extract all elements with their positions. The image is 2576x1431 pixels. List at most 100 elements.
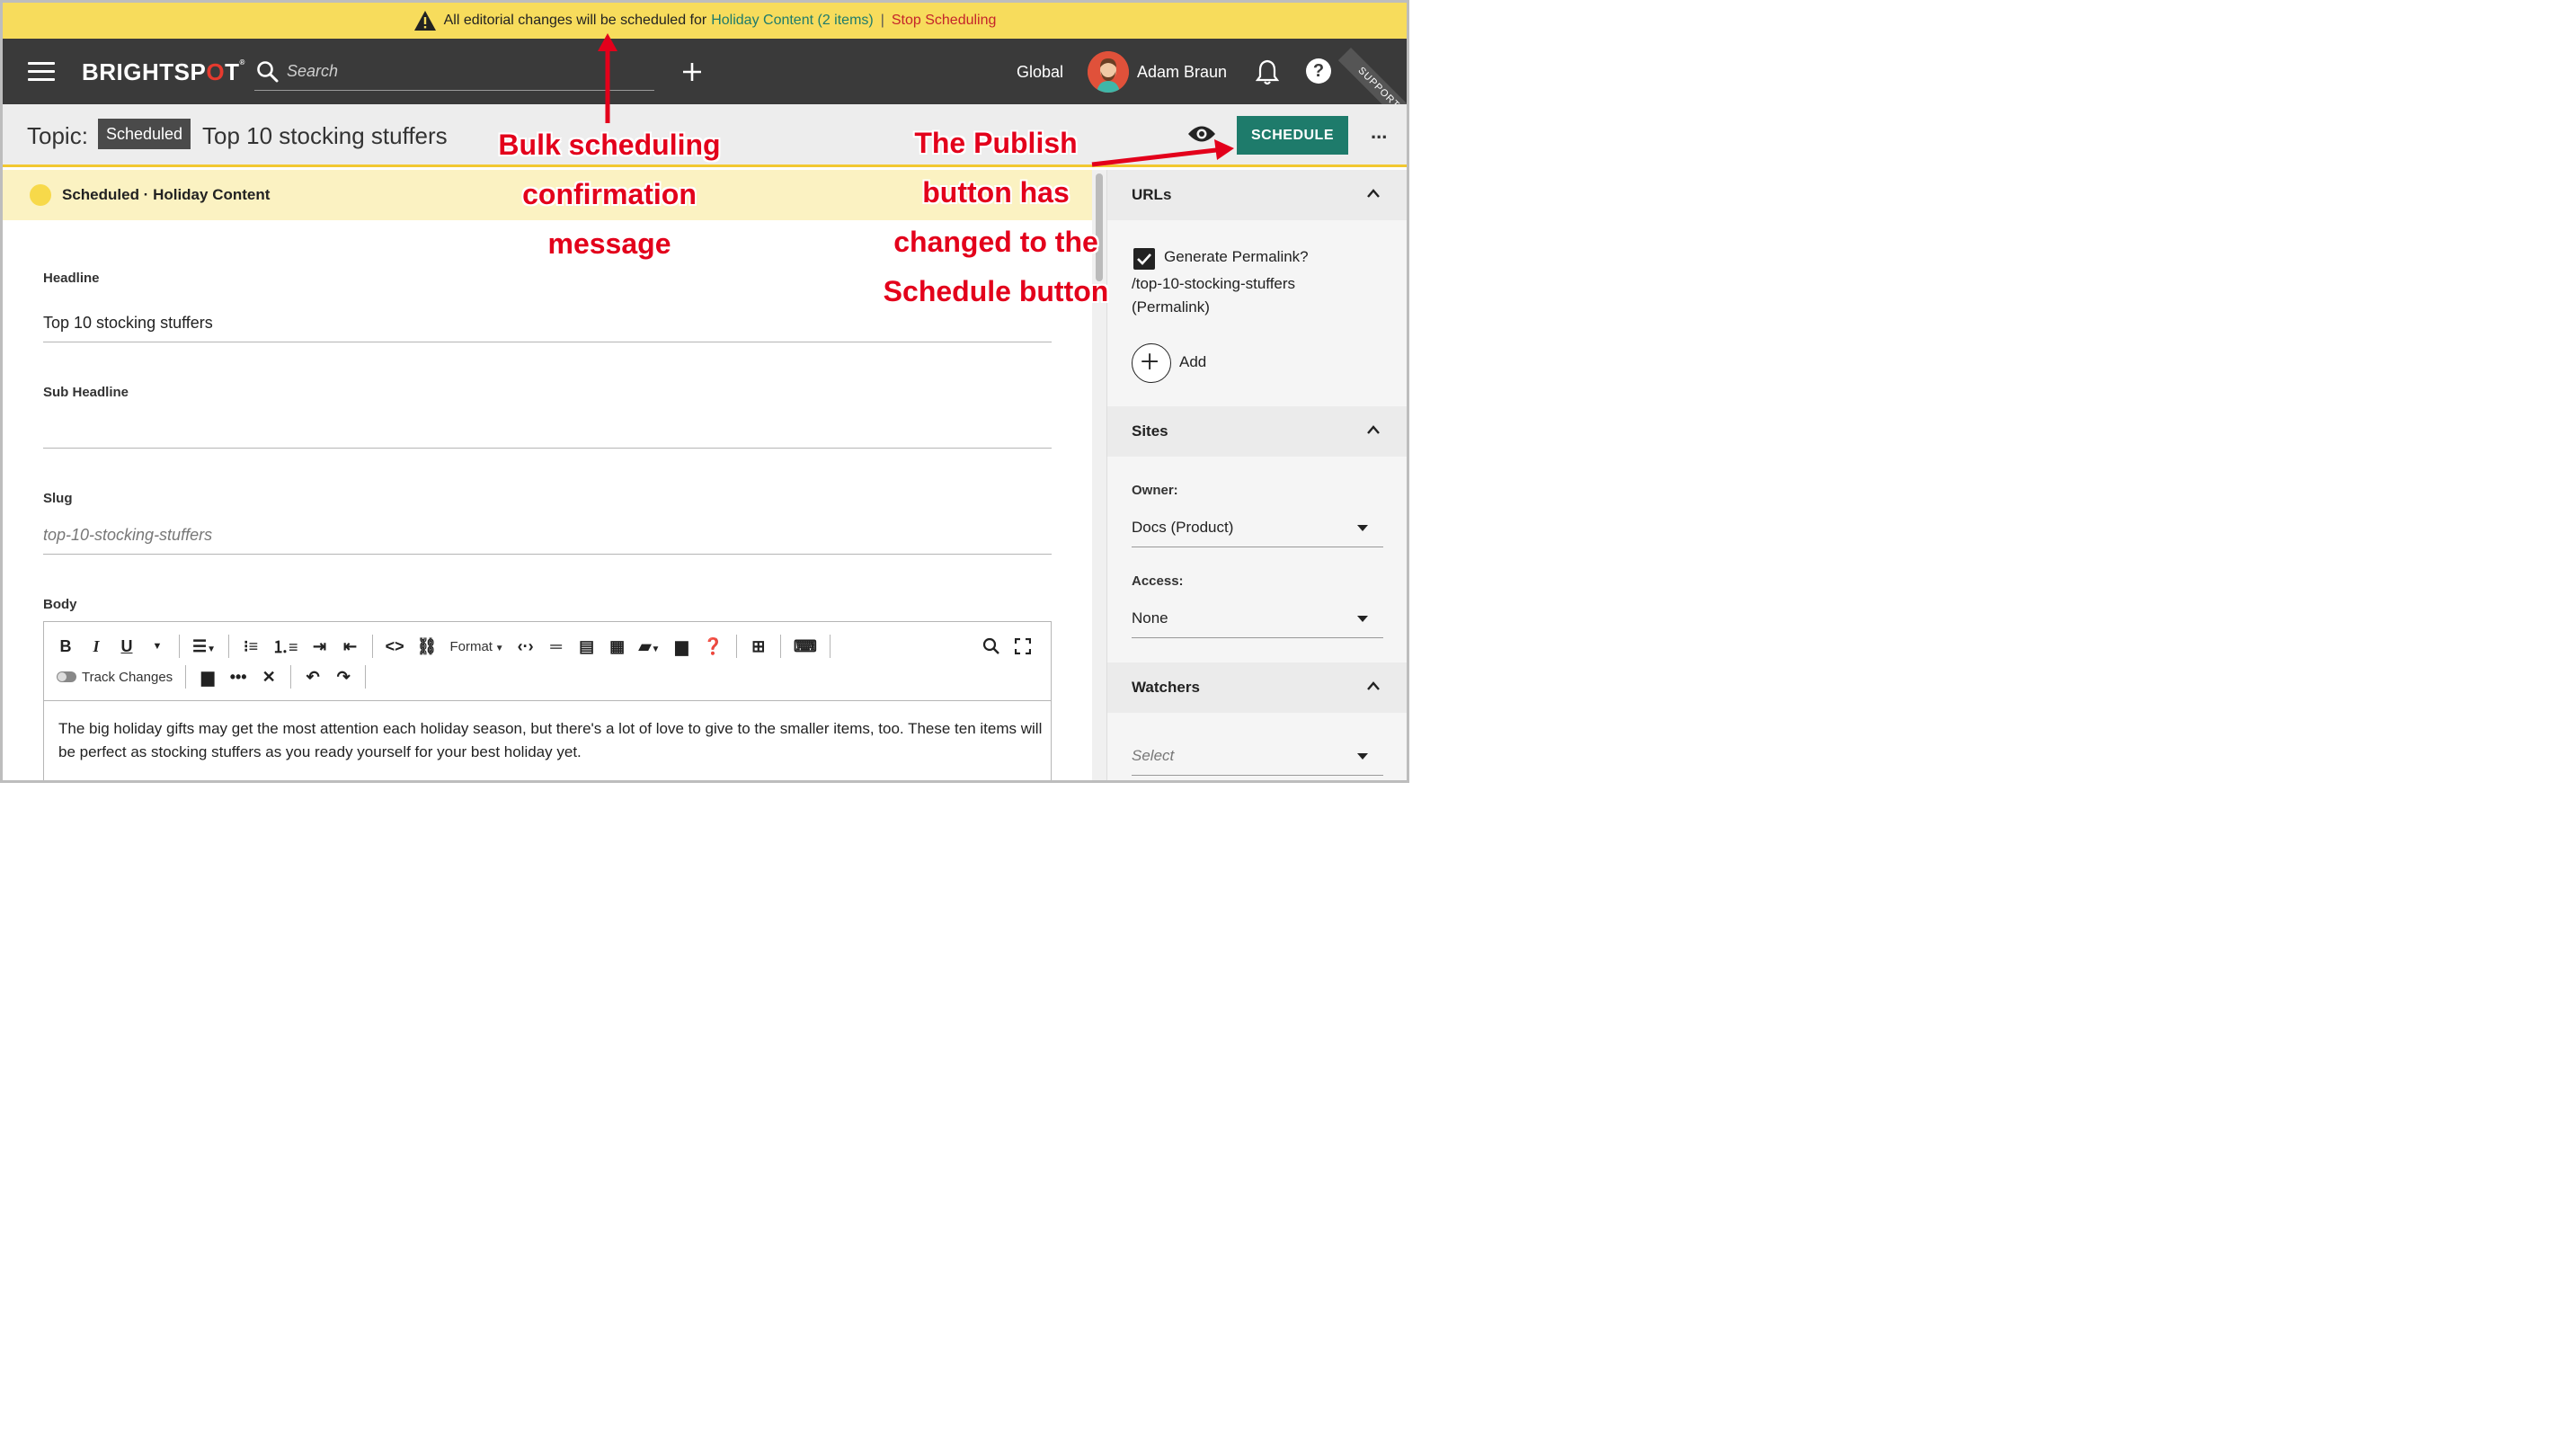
track-changes-toggle[interactable] xyxy=(57,671,76,682)
access-select[interactable]: None xyxy=(1132,609,1168,627)
access-label: Access: xyxy=(1132,573,1184,589)
warning-icon xyxy=(413,11,436,31)
clear-icon[interactable]: ✕ xyxy=(260,668,278,687)
indent-icon[interactable]: ⇥ xyxy=(311,637,329,656)
help-icon[interactable]: ? xyxy=(1306,58,1331,84)
html-embed-icon[interactable]: ‹·› xyxy=(517,637,535,656)
subheadline-underline xyxy=(43,448,1052,449)
redo-icon[interactable]: ↷ xyxy=(334,668,352,687)
more-options-icon[interactable]: ... xyxy=(1371,122,1394,144)
workflow-status-text: Scheduled · Holiday Content xyxy=(62,186,271,203)
status-dot-icon xyxy=(30,184,51,206)
link-icon[interactable]: ⛓ xyxy=(417,637,438,656)
comment-icon[interactable]: ▆ xyxy=(672,637,690,656)
body-label: Body xyxy=(43,597,77,612)
outdent-icon[interactable]: ⇤ xyxy=(342,637,360,656)
schedule-button-annotation: The Publish button has changed to the Sc… xyxy=(883,127,1109,307)
slug-label: Slug xyxy=(43,491,73,506)
chevron-up-icon[interactable] xyxy=(1366,188,1381,199)
comment-add-icon[interactable]: ▆ xyxy=(199,668,217,687)
generate-permalink-label[interactable]: Generate Permalink? xyxy=(1164,248,1309,266)
search-input[interactable] xyxy=(287,62,628,81)
more-tools-icon[interactable]: ••• xyxy=(229,668,247,687)
table-icon[interactable]: ⊞ xyxy=(750,637,768,656)
help-dropdown-icon[interactable]: ❓ xyxy=(703,637,723,656)
search-box xyxy=(254,53,654,91)
create-plus-icon[interactable] xyxy=(679,58,706,85)
status-badge: Scheduled xyxy=(98,119,191,149)
page-title: Top 10 stocking stuffers xyxy=(202,122,448,149)
code-icon[interactable]: <> xyxy=(386,637,404,656)
keyboard-icon[interactable]: ⌨ xyxy=(794,637,817,656)
rich-text-editor: B I U ▼ ☰▼ ⁝≡ ⒈≡ ⇥ ⇤ <> ⛓ Format ▼ ‹·› ═… xyxy=(43,621,1052,780)
toolbar-row-2: Track Changes ▆ ••• ✕ ↶ ↷ xyxy=(57,663,378,690)
access-underline xyxy=(1132,637,1383,638)
enhancement-icon[interactable]: ▤ xyxy=(578,637,596,656)
banner-separator: | xyxy=(880,13,884,28)
undo-icon[interactable]: ↶ xyxy=(304,668,322,687)
sites-panel-title: Sites xyxy=(1132,422,1168,440)
italic-button[interactable]: I xyxy=(87,637,105,656)
watchers-dropdown-icon[interactable] xyxy=(1357,753,1368,760)
headline-label: Headline xyxy=(43,271,100,286)
urls-panel-title: URLs xyxy=(1132,186,1172,203)
toolbar-right xyxy=(982,633,1031,660)
toolbar-row-1: B I U ▼ ☰▼ ⁝≡ ⒈≡ ⇥ ⇤ <> ⛓ Format ▼ ‹·› ═… xyxy=(57,633,843,660)
format-dropdown[interactable]: Format ▼ xyxy=(449,639,503,654)
underline-button[interactable]: U xyxy=(118,637,136,656)
access-dropdown-icon[interactable] xyxy=(1357,616,1368,622)
text-style-dropdown-icon[interactable]: ▼ xyxy=(148,641,166,652)
bulk-schedule-banner: All editorial changes will be scheduled … xyxy=(3,3,1407,39)
site-selector[interactable]: Global xyxy=(1017,63,1063,82)
slug-underline xyxy=(43,554,1052,555)
image-dropdown-icon[interactable]: ▰▼ xyxy=(639,637,661,656)
watchers-panel-title: Watchers xyxy=(1132,679,1200,696)
body-text-area[interactable]: The big holiday gifts may get the most a… xyxy=(58,717,1047,764)
owner-label: Owner: xyxy=(1132,483,1178,498)
watchers-panel-header[interactable]: Watchers xyxy=(1107,662,1407,713)
add-url-button[interactable] xyxy=(1132,343,1171,383)
owner-select[interactable]: Docs (Product) xyxy=(1132,519,1233,537)
numbered-list-icon[interactable]: ⒈≡ xyxy=(272,635,298,658)
hamburger-menu-icon[interactable] xyxy=(28,62,55,82)
sites-panel-header[interactable]: Sites xyxy=(1107,406,1407,457)
chevron-up-icon[interactable] xyxy=(1366,680,1381,691)
generate-permalink-checkbox[interactable] xyxy=(1133,248,1155,270)
subheadline-label: Sub Headline xyxy=(43,385,129,400)
right-sidebar: URLs Generate Permalink? /top-10-stockin… xyxy=(1106,170,1407,780)
schedule-button[interactable]: SCHEDULE xyxy=(1237,116,1348,155)
user-name[interactable]: Adam Braun xyxy=(1137,63,1227,82)
permalink-path: /top-10-stocking-stuffers xyxy=(1132,275,1296,292)
chevron-up-icon[interactable] xyxy=(1366,424,1381,435)
align-dropdown-icon[interactable]: ☰▼ xyxy=(192,637,216,656)
fullscreen-icon[interactable] xyxy=(1015,638,1031,654)
content-type-label: Topic: xyxy=(27,122,88,149)
brightspot-logo[interactable]: BRIGHTSPOT® xyxy=(82,58,245,86)
owner-dropdown-icon[interactable] xyxy=(1357,525,1368,531)
bold-button[interactable]: B xyxy=(57,637,75,656)
find-icon[interactable] xyxy=(982,637,1000,655)
watchers-underline xyxy=(1132,775,1383,776)
app-window: All editorial changes will be scheduled … xyxy=(0,0,1409,783)
bulk-scheduling-annotation: Bulk scheduling confirmation message xyxy=(498,129,721,260)
top-nav: BRIGHTSPOT® Global Adam Braun xyxy=(3,39,1407,137)
editor-toolbar: B I U ▼ ☰▼ ⁝≡ ⒈≡ ⇥ ⇤ <> ⛓ Format ▼ ‹·› ═… xyxy=(44,622,1051,701)
user-avatar[interactable] xyxy=(1088,51,1129,93)
preview-eye-icon[interactable] xyxy=(1187,124,1216,144)
banner-message: All editorial changes will be scheduled … xyxy=(443,13,707,28)
schedule-link[interactable]: Holiday Content (2 items) xyxy=(711,13,874,29)
bulleted-list-icon[interactable]: ⁝≡ xyxy=(242,637,260,656)
watchers-select[interactable]: Select xyxy=(1132,747,1174,765)
add-url-label[interactable]: Add xyxy=(1179,353,1206,371)
track-changes-label[interactable]: Track Changes xyxy=(82,670,173,685)
search-icon[interactable] xyxy=(256,60,280,84)
subheadline-input[interactable] xyxy=(43,420,1052,445)
urls-panel-header[interactable]: URLs xyxy=(1107,170,1407,220)
horizontal-rule-icon[interactable]: ═ xyxy=(547,637,565,656)
headline-input[interactable]: Top 10 stocking stuffers xyxy=(43,314,213,333)
stop-scheduling-link[interactable]: Stop Scheduling xyxy=(892,13,997,29)
notification-bell-icon[interactable] xyxy=(1256,58,1279,85)
permalink-type: (Permalink) xyxy=(1132,298,1210,316)
add-module-icon[interactable]: ▦ xyxy=(608,637,626,656)
slug-input[interactable]: top-10-stocking-stuffers xyxy=(43,526,212,545)
